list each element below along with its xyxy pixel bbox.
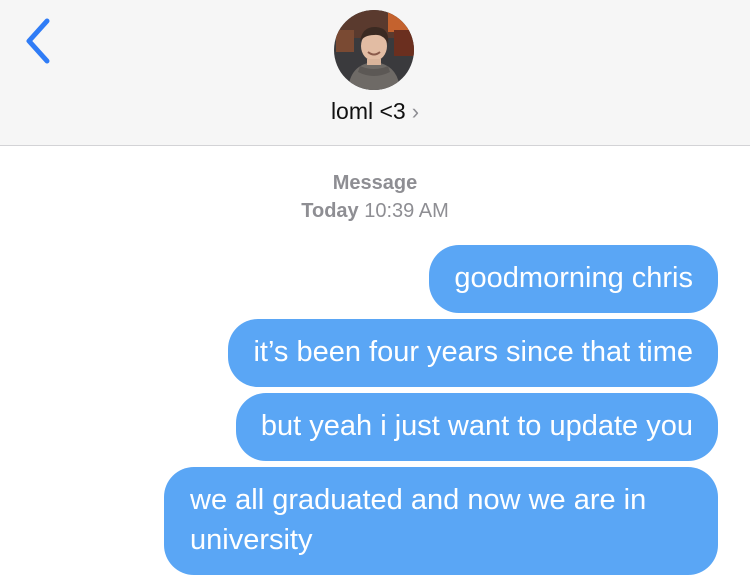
message-bubble[interactable]: we all graduated and now we are in unive… — [164, 467, 718, 575]
message-bubble[interactable]: but yeah i just want to update you — [235, 393, 718, 461]
service-label: Message — [332, 172, 418, 194]
avatar[interactable] — [334, 10, 414, 90]
timestamp: Today 10:39 AM — [0, 200, 750, 223]
message-bubble[interactable]: goodmorning chris — [429, 245, 718, 313]
chevron-left-icon — [26, 18, 50, 64]
timestamp-time: 10:39 AM — [364, 200, 449, 222]
chevron-right-icon: › — [411, 99, 420, 124]
contact-name-button[interactable]: loml <3 › — [0, 98, 750, 125]
timestamp-day: Today — [301, 200, 359, 222]
avatar-image — [334, 10, 414, 90]
back-button[interactable] — [14, 14, 62, 70]
contact-name: loml <3 — [330, 98, 406, 124]
conversation-header: loml <3 › — [0, 0, 750, 146]
message-bubble[interactable]: it’s been four years since that time — [228, 319, 718, 387]
